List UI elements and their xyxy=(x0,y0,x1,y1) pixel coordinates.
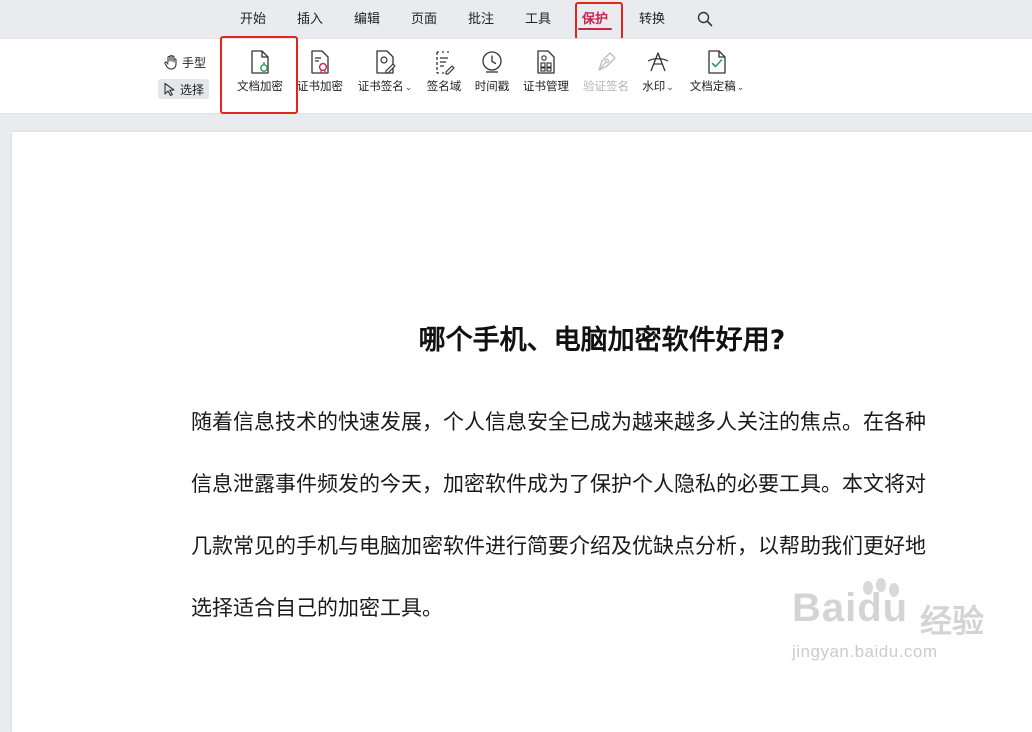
certificate-encrypt-button[interactable]: 证书加密 xyxy=(292,49,348,103)
timestamp-label: 时间戳 xyxy=(474,79,510,93)
chevron-down-icon: ⌄ xyxy=(666,83,674,93)
active-tab-underline xyxy=(578,28,612,30)
signature-field-label: 签名域 xyxy=(426,79,462,93)
paragraph-line: 选择适合自己的加密工具。 xyxy=(191,596,443,620)
certificate-manage-button[interactable]: 证书管理 xyxy=(518,49,574,103)
tab-page[interactable]: 页面 xyxy=(403,0,445,38)
hand-tool-button[interactable]: 手型 xyxy=(158,52,211,72)
certificate-sign-label: 证书签名 xyxy=(357,79,404,93)
certificate-sign-icon xyxy=(376,50,396,74)
tab-start[interactable]: 开始 xyxy=(232,0,274,38)
finalize-document-icon xyxy=(708,50,726,74)
certificate-encrypt-label: 证书加密 xyxy=(297,79,343,93)
tab-protect[interactable]: 保护 xyxy=(574,0,616,38)
watermark-label: 水印 xyxy=(642,79,666,93)
paragraph-line: 随着信息技术的快速发展，个人信息安全已成为越来越多人关注的焦点。在各种 xyxy=(191,410,926,434)
signature-field-icon xyxy=(436,51,455,75)
certificate-manage-label: 证书管理 xyxy=(523,79,569,93)
search-icon[interactable] xyxy=(694,0,716,38)
chevron-down-icon: ⌄ xyxy=(404,83,413,93)
watermark-icon xyxy=(647,52,669,72)
tab-annotate[interactable]: 批注 xyxy=(460,0,502,38)
tab-insert[interactable]: 插入 xyxy=(289,0,331,38)
document-encrypt-label: 文档加密 xyxy=(237,79,283,93)
tab-edit[interactable]: 编辑 xyxy=(346,0,388,38)
paragraph-line: 几款常见的手机与电脑加密软件进行简要介绍及优缺点分析，以帮助我们更好地 xyxy=(191,534,926,558)
document-page: 哪个手机、电脑加密软件好用? 随着信息技术的快速发展，个人信息安全已成为越来越多… xyxy=(12,132,1032,732)
tab-tools[interactable]: 工具 xyxy=(517,0,559,38)
hand-icon xyxy=(164,54,177,70)
tab-convert[interactable]: 转换 xyxy=(631,0,673,38)
hand-tool-label: 手型 xyxy=(182,55,207,70)
timestamp-button[interactable]: 时间戳 xyxy=(470,49,514,103)
certificate-manage-icon xyxy=(537,50,555,74)
finalize-document-button[interactable]: 文档定稿⌄ xyxy=(686,49,748,103)
select-tool-label: 选择 xyxy=(180,82,205,97)
chevron-down-icon: ⌄ xyxy=(736,83,745,93)
certificate-lock-icon xyxy=(311,50,329,74)
paragraph-line: 信息泄露事件频发的今天，加密软件成为了保护个人隐私的必要工具。本文将对 xyxy=(191,472,926,496)
ribbon-toolbar: 手型 选择 文档加密 证书加密 证书签名⌄ 签名域 时间戳 证书管理 验证签名 … xyxy=(0,36,1032,114)
watermark-button[interactable]: 水印⌄ xyxy=(638,49,678,103)
menu-bar: 开始 插入 编辑 页面 批注 工具 保护 转换 xyxy=(0,0,1032,40)
document-encrypt-button[interactable]: 文档加密 xyxy=(232,49,288,103)
signature-field-button[interactable]: 签名域 xyxy=(420,49,468,103)
document-title: 哪个手机、电脑加密软件好用? xyxy=(418,325,786,356)
cursor-arrow-icon xyxy=(164,82,175,96)
verify-signature-icon xyxy=(598,52,616,71)
verify-signature-label: 验证签名 xyxy=(583,79,629,93)
document-viewport[interactable]: 哪个手机、电脑加密软件好用? 随着信息技术的快速发展，个人信息安全已成为越来越多… xyxy=(0,114,1032,732)
select-tool-button[interactable]: 选择 xyxy=(158,79,210,99)
timestamp-icon xyxy=(482,51,502,73)
document-lock-icon xyxy=(251,50,269,74)
certificate-sign-button[interactable]: 证书签名⌄ xyxy=(354,49,416,103)
verify-signature-button[interactable]: 验证签名 xyxy=(578,49,634,103)
finalize-document-label: 文档定稿 xyxy=(689,79,736,93)
